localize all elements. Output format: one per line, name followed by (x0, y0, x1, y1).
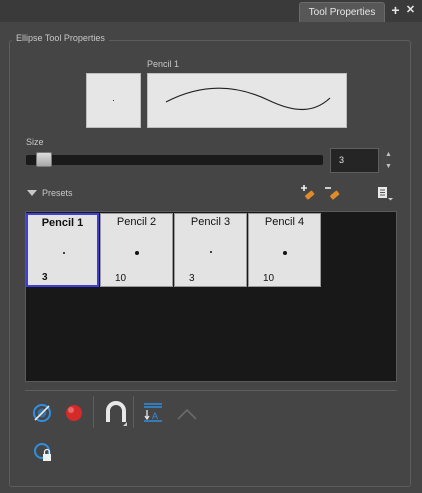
svg-text:A: A (152, 411, 158, 421)
presets-collapse-icon[interactable] (27, 190, 37, 196)
preset-pencil-2[interactable]: Pencil 2 10 (100, 213, 173, 287)
preset-pencil-1[interactable]: Pencil 1 3 (26, 213, 99, 287)
brush-tip-preview (86, 73, 141, 128)
group-title: Ellipse Tool Properties (12, 33, 109, 43)
preset-tip-dot (135, 251, 139, 255)
preset-tip-dot (63, 252, 65, 254)
preset-pencil-4[interactable]: Pencil 4 10 (248, 213, 321, 287)
preset-tip-dot (210, 251, 212, 253)
lock-closed-color-icon[interactable] (32, 441, 54, 463)
size-decrement-icon[interactable]: ▼ (385, 163, 392, 170)
tab-tool-properties[interactable]: Tool Properties (299, 2, 385, 22)
auto-create-line-icon[interactable] (31, 402, 53, 424)
auto-fill-icon[interactable] (63, 402, 85, 424)
close-panel-icon[interactable]: ✕ (404, 4, 417, 17)
auto-flatten-icon[interactable]: A (142, 401, 164, 423)
stroke-preview-curve (165, 87, 331, 110)
presets-label: Presets (42, 188, 73, 198)
size-label: Size (26, 137, 44, 147)
add-panel-icon[interactable]: + (389, 3, 402, 17)
size-slider[interactable] (26, 155, 323, 165)
new-brush-preset-icon[interactable] (299, 185, 315, 201)
size-field[interactable]: 3 (330, 148, 379, 173)
rename-brush-preset-icon[interactable] (324, 185, 340, 201)
stroke-preview (147, 73, 347, 128)
snap-magnet-icon[interactable] (103, 400, 129, 428)
preset-pencil-3[interactable]: Pencil 3 3 (174, 213, 247, 287)
divider (25, 390, 397, 391)
size-increment-icon[interactable]: ▲ (385, 151, 392, 158)
preset-tip-dot (283, 251, 287, 255)
preview-preset-name: Pencil 1 (147, 59, 180, 69)
draw-arc-icon[interactable] (176, 404, 198, 426)
preset-menu-icon[interactable] (377, 186, 393, 202)
size-slider-handle[interactable] (36, 152, 52, 167)
